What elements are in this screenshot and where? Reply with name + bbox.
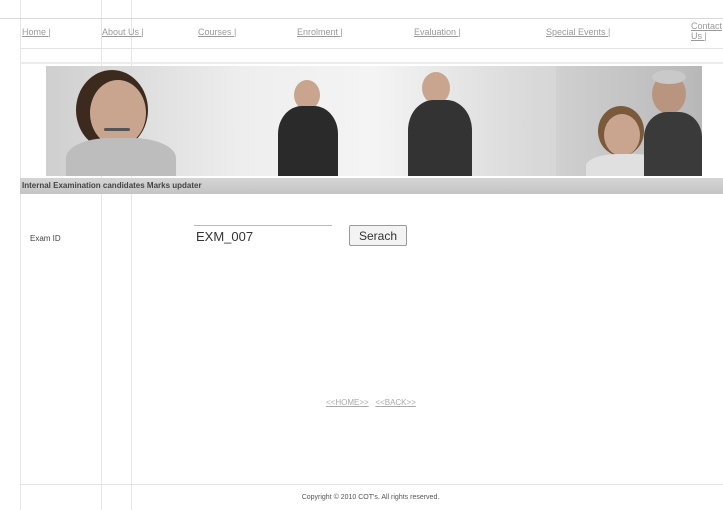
banner-person-face (90, 80, 146, 146)
section-title: Internal Examination candidates Marks up… (22, 181, 202, 190)
footer: Copyright © 2010 COT's. All rights reser… (0, 494, 723, 501)
exam-id-input[interactable] (194, 225, 332, 247)
navigation-links: <<HOME>> <<BACK>> (326, 398, 416, 407)
banner-person-figure (652, 70, 686, 84)
banner-person-body (66, 138, 176, 176)
footer-divider (20, 484, 723, 485)
section-title-bar: Internal Examination candidates Marks up… (20, 178, 723, 194)
page: Home | About Us | Courses | Enrolment | … (0, 0, 723, 510)
top-navigation: Home | About Us | Courses | Enrolment | … (0, 18, 723, 49)
header-banner-image (46, 66, 702, 176)
banner-person-body (408, 100, 472, 176)
back-link[interactable]: <<BACK>> (375, 398, 415, 407)
nav-special-events-link[interactable]: Special Events | (546, 27, 610, 37)
banner-divider (20, 62, 723, 64)
nav-courses-link[interactable]: Courses | (198, 27, 236, 37)
nav-contact-us-link[interactable]: Contact Us | (691, 21, 723, 41)
home-link[interactable]: <<HOME>> (326, 398, 369, 407)
link-separator (371, 398, 373, 407)
copyright-text: Copyright © 2010 COT's. All rights reser… (301, 494, 440, 501)
headset-icon (104, 128, 130, 131)
search-button[interactable]: Serach (349, 225, 407, 246)
nav-evaluation-link[interactable]: Evaluation | (414, 27, 461, 37)
banner-person-body (644, 112, 702, 176)
banner-person-body (278, 106, 338, 176)
left-guide-line (20, 0, 21, 510)
nav-about-us-link[interactable]: About Us | (102, 27, 144, 37)
exam-id-label: Exam ID (30, 234, 61, 243)
nav-enrolment-link[interactable]: Enrolment | (297, 27, 343, 37)
nav-divider (20, 48, 723, 49)
nav-home-link[interactable]: Home | (22, 27, 51, 37)
banner-person-face (604, 114, 640, 156)
